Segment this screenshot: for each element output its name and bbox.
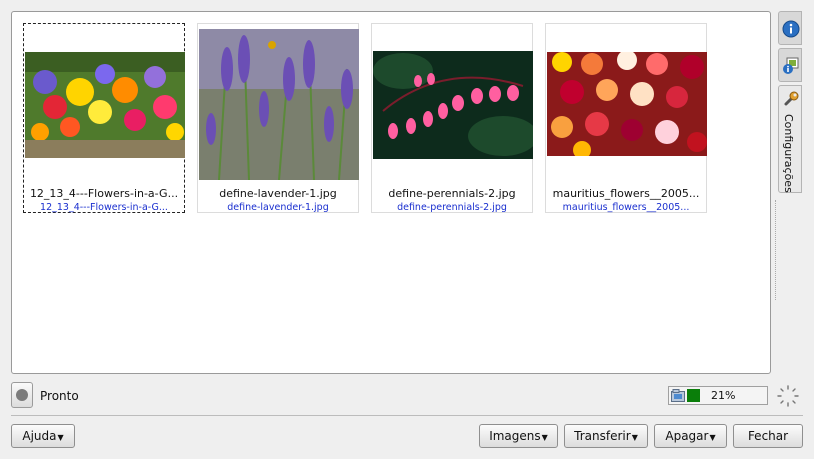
thumbnail-item[interactable]: 12_13_4---Flowers-in-a-G... 12_13_4---Fl… (23, 23, 185, 213)
stop-button[interactable] (11, 382, 33, 408)
transfer-button[interactable]: Transferir▼ (564, 424, 648, 448)
progress-percent: 21% (711, 389, 736, 402)
stop-icon (16, 389, 28, 401)
busy-spinner-icon (777, 385, 799, 407)
thumbnail-image (25, 52, 185, 158)
thumbnail-image (199, 29, 359, 180)
sidebar-tabs: Configurações (778, 11, 802, 193)
status-text: Pronto (40, 389, 79, 403)
progress-fill (687, 389, 700, 402)
thumbnail-filename: define-lavender-1.jpg (219, 187, 337, 200)
help-button[interactable]: Ajuda▼ (11, 424, 75, 448)
thumbnail-filename: mauritius_flowers__2005... (552, 187, 700, 200)
delete-button[interactable]: Apagar▼ (654, 424, 727, 448)
sidebar-tab-image-info[interactable] (778, 48, 802, 82)
close-button[interactable]: Fechar (733, 424, 803, 448)
dropdown-arrow-icon: ▼ (541, 433, 548, 442)
thumbnail-image (547, 52, 707, 156)
splitter-handle[interactable] (775, 200, 778, 300)
separator (11, 415, 803, 416)
dropdown-arrow-icon: ▼ (57, 433, 64, 442)
thumbnail-subtitle: 12_13_4---Flowers-in-a-G... (40, 202, 168, 213)
thumbnail-subtitle: mauritius_flowers__2005... (562, 202, 690, 213)
thumbnail-filename: 12_13_4---Flowers-in-a-G... (29, 187, 179, 200)
info-icon (782, 20, 800, 38)
thumbnail-item[interactable]: define-lavender-1.jpg define-lavender-1.… (197, 23, 359, 213)
delete-button-label: Apagar (665, 429, 709, 443)
images-button[interactable]: Imagens▼ (479, 424, 558, 448)
thumbnail-item[interactable]: mauritius_flowers__2005... mauritius_flo… (545, 23, 707, 213)
dropdown-arrow-icon: ▼ (631, 433, 638, 442)
sidebar-tab-info[interactable] (778, 11, 802, 45)
thumbnail-subtitle: define-lavender-1.jpg (227, 202, 329, 213)
thumbnail-subtitle: define-perennials-2.jpg (397, 202, 507, 213)
help-button-label: Ajuda (22, 429, 57, 443)
images-button-label: Imagens (489, 429, 541, 443)
thumbnail-image (373, 51, 533, 159)
dropdown-arrow-icon: ▼ (709, 433, 716, 442)
close-button-label: Fechar (747, 429, 789, 443)
thumbnail-gallery[interactable]: 12_13_4---Flowers-in-a-G... 12_13_4---Fl… (11, 11, 771, 374)
sidebar-tab-settings[interactable]: Configurações (778, 85, 802, 193)
sidebar-tab-label: Configurações (782, 114, 795, 193)
images-folder-icon (671, 389, 685, 402)
progress-bar: 21% (668, 386, 768, 405)
thumbnail-filename: define-perennials-2.jpg (388, 187, 516, 200)
wrench-icon (784, 91, 799, 106)
image-info-icon (783, 57, 799, 74)
thumbnail-item[interactable]: define-perennials-2.jpg define-perennial… (371, 23, 533, 213)
transfer-button-label: Transferir (574, 429, 631, 443)
